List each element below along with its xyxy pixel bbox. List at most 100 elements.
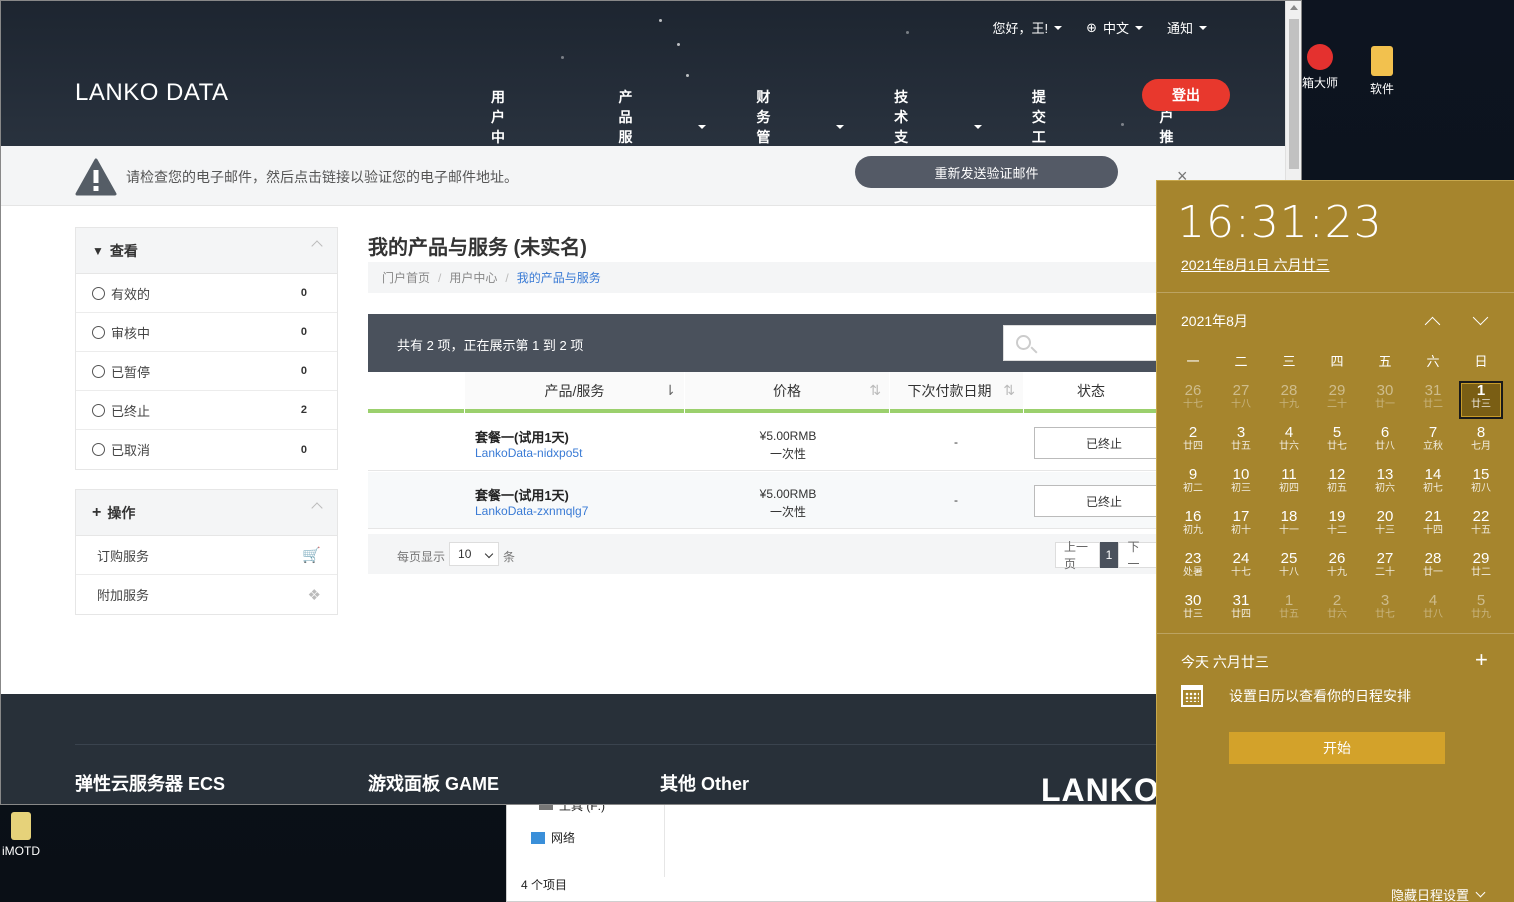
calendar-day[interactable]: 27 十八 xyxy=(1217,381,1265,423)
start-button[interactable]: 开始 xyxy=(1229,732,1445,764)
calendar-day[interactable]: 21 十四 xyxy=(1409,507,1457,549)
calendar-day[interactable]: 30 廿一 xyxy=(1361,381,1409,423)
calendar-day[interactable]: 6 廿八 xyxy=(1361,423,1409,465)
table-toolbar: 共有 2 项，正在展示第 1 到 2 项 xyxy=(368,314,1163,372)
day-number: 15 xyxy=(1472,466,1490,483)
calendar-day[interactable]: 9 初二 xyxy=(1169,465,1217,507)
resend-verification-button[interactable]: 重新发送验证邮件 xyxy=(855,156,1118,188)
breadcrumb-home[interactable]: 门户首页 xyxy=(382,269,430,286)
calendar-day[interactable]: 15 初八 xyxy=(1457,465,1505,507)
scroll-thumb[interactable] xyxy=(1289,19,1299,169)
calendar-day[interactable]: 2 廿六 xyxy=(1313,591,1361,633)
calendar-day[interactable]: 10 初三 xyxy=(1217,465,1265,507)
table-footer: 每页显示 10 条 上一页 1 下一 xyxy=(368,534,1161,574)
calendar-day[interactable]: 23 处暑 xyxy=(1169,549,1217,591)
page-1-button[interactable]: 1 xyxy=(1099,542,1119,568)
user-menu[interactable]: 您好，王! xyxy=(992,18,1063,37)
next-page-button[interactable]: 下一 xyxy=(1118,540,1161,571)
explorer-network-item[interactable]: 网络 xyxy=(531,829,575,846)
per-page-select[interactable]: 10 xyxy=(449,542,500,566)
calendar-day[interactable]: 4 廿六 xyxy=(1265,423,1313,465)
calendar-day[interactable]: 4 廿八 xyxy=(1409,591,1457,633)
day-number: 20 xyxy=(1376,508,1394,525)
calendar-day[interactable]: 7 立秋 xyxy=(1409,423,1457,465)
product-host[interactable]: LankoData-zxnmqlg7 xyxy=(475,504,588,518)
view-panel-header[interactable]: ▼ 查看 xyxy=(76,228,337,274)
scroll-up-icon[interactable] xyxy=(1290,5,1298,10)
col-status[interactable]: 状态 xyxy=(1024,372,1158,413)
next-month-icon[interactable] xyxy=(1472,309,1489,326)
calendar-day[interactable]: 11 初四 xyxy=(1265,465,1313,507)
product-host[interactable]: LankoData-nidxpo5t xyxy=(475,446,582,460)
order-service-link[interactable]: 订购服务 🛒 xyxy=(76,536,337,575)
calendar-day[interactable]: 18 十一 xyxy=(1265,507,1313,549)
filter-cancelled[interactable]: 已取消 0 xyxy=(76,430,337,469)
calendar-day[interactable]: 29 廿二 xyxy=(1457,549,1505,591)
calendar-day[interactable]: 31 廿四 xyxy=(1217,591,1265,633)
per-page-value: 10 xyxy=(458,547,472,561)
chevron-up-icon xyxy=(311,502,323,514)
notify-menu[interactable]: 通知 xyxy=(1167,18,1207,37)
table-row[interactable]: 套餐一(试用1天) LankoData-zxnmqlg7 ¥5.00RMB 一次性… xyxy=(368,472,1174,529)
today-label: 今天 六月廿三 xyxy=(1181,654,1269,670)
calendar-day[interactable]: 27 二十 xyxy=(1361,549,1409,591)
calendar-day[interactable]: 25 十八 xyxy=(1265,549,1313,591)
filter-pending[interactable]: 审核中 0 xyxy=(76,313,337,352)
filter-terminated[interactable]: 已终止 2 xyxy=(76,391,337,430)
calendar-day[interactable]: 12 初五 xyxy=(1313,465,1361,507)
table-row[interactable]: 套餐一(试用1天) LankoData-nidxpo5t ¥5.00RMB 一次性… xyxy=(368,414,1174,471)
calendar-day[interactable]: 31 廿二 xyxy=(1409,381,1457,423)
hide-agenda-label: 隐藏日程设置 xyxy=(1391,888,1470,902)
pagination: 上一页 1 下一 xyxy=(1055,540,1161,571)
col-price[interactable]: 价格 ⇅ xyxy=(685,372,889,413)
breadcrumb-user-center[interactable]: 用户中心 xyxy=(449,269,497,286)
calendar-day[interactable]: 26 十九 xyxy=(1313,549,1361,591)
calendar-day[interactable]: 3 廿七 xyxy=(1361,591,1409,633)
day-number: 23 xyxy=(1184,550,1202,567)
filter-suspended[interactable]: 已暂停 0 xyxy=(76,352,337,391)
calendar-day[interactable]: 24 十七 xyxy=(1217,549,1265,591)
actions-panel-header[interactable]: + 操作 xyxy=(76,490,337,536)
prev-page-button[interactable]: 上一页 xyxy=(1055,540,1100,571)
site-logo[interactable]: LANKO DATA xyxy=(75,79,228,107)
calendar-day[interactable]: 5 廿九 xyxy=(1457,591,1505,633)
filter-count: 0 xyxy=(300,326,307,338)
price-cell: ¥5.00RMB 一次性 xyxy=(748,427,828,463)
hide-agenda-link[interactable]: 隐藏日程设置 xyxy=(1391,885,1486,902)
calendar-day[interactable]: 8 七月 xyxy=(1457,423,1505,465)
panel-title: 操作 xyxy=(107,504,136,521)
day-number: 2 xyxy=(1188,424,1198,441)
calendar-day[interactable]: 22 十五 xyxy=(1457,507,1505,549)
calendar-day[interactable]: 2 廿四 xyxy=(1169,423,1217,465)
calendar-day[interactable]: 19 十二 xyxy=(1313,507,1361,549)
date-link[interactable]: 2021年8月1日 六月廿三 xyxy=(1181,255,1330,275)
calendar-day[interactable]: 20 十三 xyxy=(1361,507,1409,549)
calendar-day[interactable]: 17 初十 xyxy=(1217,507,1265,549)
calendar-day-today[interactable]: 1 廿三 xyxy=(1459,381,1503,419)
addon-service-link[interactable]: 附加服务 ❖ xyxy=(76,575,337,614)
calendar-day[interactable]: 1 廿五 xyxy=(1265,591,1313,633)
month-label[interactable]: 2021年8月 xyxy=(1181,311,1248,331)
calendar-day[interactable]: 26 十七 xyxy=(1169,381,1217,423)
prev-month-icon[interactable] xyxy=(1424,316,1441,333)
col-due-date[interactable]: 下次付款日期 ⇅ xyxy=(890,372,1023,413)
desktop-icon-software[interactable]: 软件 xyxy=(1347,46,1417,97)
calendar-day[interactable]: 29 二十 xyxy=(1313,381,1361,423)
search-input[interactable] xyxy=(1003,325,1163,361)
language-menu[interactable]: ⊕ 中文 xyxy=(1086,18,1143,37)
calendar-day[interactable]: 3 廿五 xyxy=(1217,423,1265,465)
col-label: 产品/服务 xyxy=(544,382,605,399)
calendar-day[interactable]: 28 十九 xyxy=(1265,381,1313,423)
filter-active[interactable]: 有效的 0 xyxy=(76,274,337,313)
calendar-day[interactable]: 5 廿七 xyxy=(1313,423,1361,465)
add-event-icon[interactable]: + xyxy=(1475,647,1488,673)
calendar-day[interactable]: 14 初七 xyxy=(1409,465,1457,507)
calendar-day[interactable]: 13 初六 xyxy=(1361,465,1409,507)
calendar-day[interactable]: 28 廿一 xyxy=(1409,549,1457,591)
price-amount: ¥5.00RMB xyxy=(759,429,817,443)
desktop-icon-imotd[interactable]: iMOTD xyxy=(0,812,56,858)
col-product[interactable]: 产品/服务 ⇂ xyxy=(465,372,684,413)
logout-button[interactable]: 登出 xyxy=(1142,79,1230,111)
calendar-day[interactable]: 30 廿三 xyxy=(1169,591,1217,633)
calendar-day[interactable]: 16 初九 xyxy=(1169,507,1217,549)
